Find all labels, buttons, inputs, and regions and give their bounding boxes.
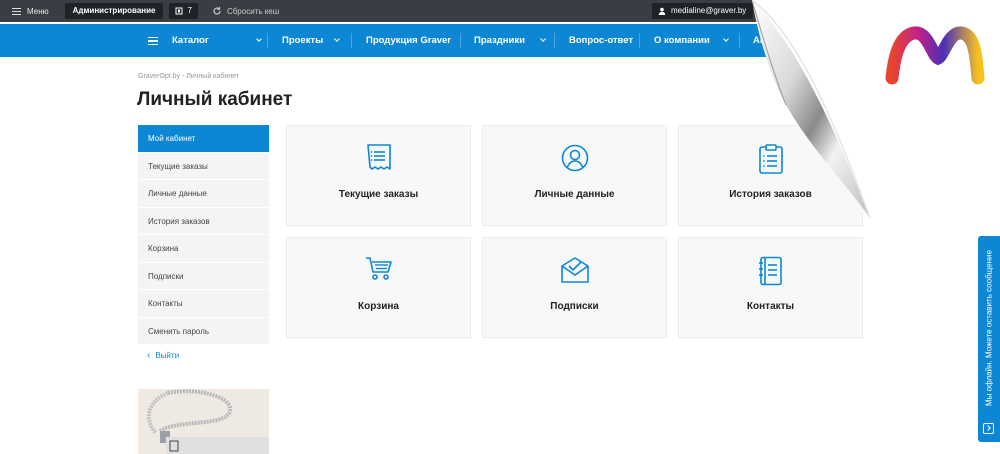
tile-contacts[interactable]: Контакты <box>678 237 863 338</box>
notification-icon <box>175 7 183 15</box>
cart-icon <box>365 257 392 280</box>
sidebar-item-subscriptions[interactable]: Подписки <box>138 262 269 290</box>
page-curl-overlay <box>752 0 1000 245</box>
user-account-button[interactable]: medialine@graver.by <box>652 3 754 19</box>
nav-item-about[interactable]: О компании <box>654 24 729 57</box>
tile-label: Личные данные <box>534 189 615 200</box>
nav-divider <box>639 33 640 48</box>
envelope-check-icon <box>560 257 589 283</box>
notifications-button[interactable]: 7 <box>169 3 198 19</box>
sidebar-item-my-account[interactable]: Мой кабинет <box>138 125 269 153</box>
nav-item-holidays[interactable]: Праздники <box>474 24 546 57</box>
nav-item-label: Проекты <box>282 35 324 46</box>
tile-label: Корзина <box>358 301 399 312</box>
sidebar-item-current-orders[interactable]: Текущие заказы <box>138 152 269 180</box>
nav-item-catalog[interactable]: Каталог <box>148 24 262 57</box>
tile-label: Текущие заказы <box>338 189 419 200</box>
page-title: Личный кабинет <box>137 89 293 110</box>
reset-cache-button[interactable]: Сбросить кеш <box>212 6 279 16</box>
menu-icon <box>12 7 21 15</box>
tile-current-orders[interactable]: Текущие заказы <box>286 125 471 226</box>
nav-item-label: Праздники <box>474 35 525 46</box>
tile-subscriptions[interactable]: Подписки <box>482 237 667 338</box>
tile-personal-data[interactable]: Личные данные <box>482 125 667 226</box>
nav-divider <box>739 33 740 48</box>
nav-item-label: Каталог <box>172 35 209 46</box>
nav-item-label: Продукция Graver <box>366 35 451 46</box>
chevron-down-icon <box>540 36 546 42</box>
logout-label: Выйти <box>155 351 180 360</box>
chevron-down-icon <box>255 36 262 42</box>
user-email: medialine@graver.by <box>671 6 747 15</box>
nav-item-faq[interactable]: Вопрос-ответ <box>569 24 633 57</box>
notebook-icon <box>758 256 782 286</box>
nav-item-graver-products[interactable]: Продукция Graver <box>366 24 451 57</box>
admin-menu-button[interactable]: Меню <box>12 7 49 16</box>
chevron-left-icon: ‹ <box>147 350 151 361</box>
logout-link[interactable]: ‹ Выйти <box>138 345 269 367</box>
sidebar-item-contacts[interactable]: Контакты <box>138 290 269 318</box>
breadcrumb: GraverOpt.by - Личный кабинет <box>138 73 239 80</box>
breadcrumb-current: Личный кабинет <box>186 73 239 80</box>
chevron-down-icon <box>722 36 729 42</box>
sidebar-item-cart[interactable]: Корзина <box>138 235 269 263</box>
lanyard-image <box>138 389 269 454</box>
sidebar-item-personal-data[interactable]: Личные данные <box>138 180 269 208</box>
chevron-down-icon <box>334 36 341 42</box>
nav-divider <box>351 33 352 48</box>
feedback-tab[interactable]: Мы офлайн. Можете оставить сообщение <box>978 236 1000 442</box>
reset-cache-label: Сбросить кеш <box>226 6 280 16</box>
notifications-count: 7 <box>187 6 192 15</box>
breadcrumb-separator: - <box>181 73 185 80</box>
nav-item-projects[interactable]: Проекты <box>282 24 341 57</box>
account-sidebar: Мой кабинет Текущие заказы Личные данные… <box>138 125 269 367</box>
nav-divider <box>554 33 555 48</box>
sidebar-item-order-history[interactable]: История заказов <box>138 207 269 235</box>
nav-item-label: Вопрос-ответ <box>569 35 634 46</box>
feedback-label: Мы офлайн. Можете оставить сообщение <box>984 250 994 407</box>
administration-button[interactable]: Администрирование <box>64 3 164 19</box>
refresh-icon <box>213 7 221 15</box>
nav-divider <box>460 33 461 48</box>
admin-menu-label: Меню <box>27 6 49 16</box>
promo-banner-image[interactable] <box>138 389 269 454</box>
catalog-menu-icon <box>148 36 158 45</box>
receipt-icon <box>366 144 391 170</box>
nav-item-label: О компании <box>654 35 710 46</box>
sidebar-item-change-password[interactable]: Сменить пароль <box>138 317 269 345</box>
tile-cart[interactable]: Корзина <box>286 237 471 338</box>
nav-divider <box>267 33 268 48</box>
user-circle-icon <box>561 144 588 172</box>
tile-label: Подписки <box>550 301 599 312</box>
message-icon <box>983 423 994 434</box>
user-icon <box>658 7 666 15</box>
tile-label: Контакты <box>746 301 795 312</box>
breadcrumb-home-link[interactable]: GraverOpt.by <box>138 73 180 80</box>
